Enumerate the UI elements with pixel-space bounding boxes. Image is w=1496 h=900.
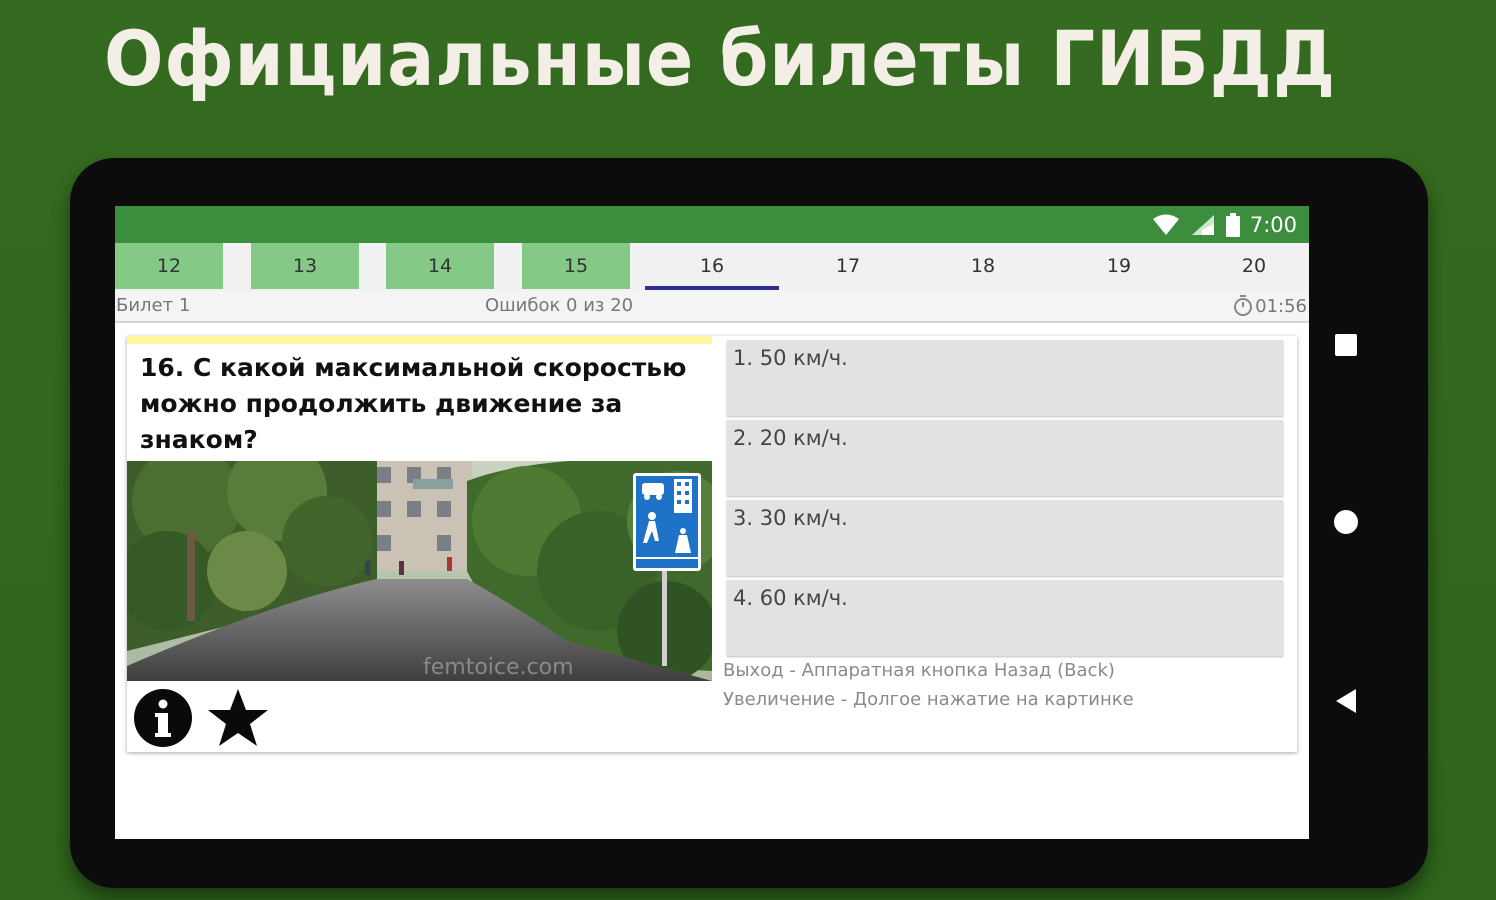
recents-button[interactable] [1323,322,1369,368]
info-bar: Билет 1 Ошибок 0 из 20 01:56 [115,291,1309,323]
answer-option-4[interactable]: 4. 60 км/ч. [727,580,1283,656]
ticket-label: Билет 1 [116,295,191,316]
info-icon[interactable] [133,688,193,748]
tab-question-16[interactable]: 16 [645,243,779,290]
app-screen: 7:00 12 13 14 15 16 17 18 19 20 Билет 1 … [115,206,1309,839]
image-watermark: femtoice.com [423,655,574,680]
errors-counter: Ошибок 0 из 20 [485,295,634,316]
back-triangle-icon [1336,689,1356,713]
promo-screen: Официальные билеты ГИБДД 7:00 12 13 14 1… [0,0,1496,900]
square-icon [1335,334,1357,356]
tab-question-17[interactable]: 17 [794,243,902,289]
tab-question-18[interactable]: 18 [929,243,1037,289]
stopwatch-icon [1234,295,1253,316]
tab-question-19[interactable]: 19 [1065,243,1173,289]
road-scene-illustration [127,461,712,681]
back-button[interactable] [1323,678,1369,724]
question-highlight-strip [127,336,712,344]
question-text: 16. С какой максимальной скоростью можно… [140,353,687,454]
answer-list: 1. 50 км/ч. 2. 20 км/ч. 3. 30 км/ч. 4. 6… [727,340,1283,660]
hints: Выход - Аппаратная кнопка Назад (Back) У… [723,656,1134,714]
tab-question-15[interactable]: 15 [522,243,630,289]
wifi-icon [1152,214,1179,235]
promo-headline: Официальные билеты ГИБДД [103,14,1337,103]
tab-question-12[interactable]: 12 [115,243,223,289]
tab-question-13[interactable]: 13 [251,243,359,289]
tab-question-20[interactable]: 20 [1200,243,1308,289]
answer-option-2[interactable]: 2. 20 км/ч. [727,420,1283,496]
timer: 01:56 [1233,295,1307,317]
answer-option-1[interactable]: 1. 50 км/ч. [727,340,1283,416]
question-image[interactable]: femtoice.com [127,461,712,681]
question-card: 16. С какой максимальной скоростью можно… [127,336,1297,752]
answer-option-3[interactable]: 3. 30 км/ч. [727,500,1283,576]
tab-question-14[interactable]: 14 [386,243,494,289]
timer-value: 01:56 [1255,295,1307,317]
cell-signal-icon [1191,214,1214,235]
hint-zoom: Увеличение - Долгое нажатие на картинке [723,689,1134,710]
battery-icon [1225,212,1240,237]
status-time: 7:00 [1249,212,1297,237]
question-tools [133,686,269,750]
hint-exit: Выход - Аппаратная кнопка Назад (Back) [723,660,1115,681]
question-tabs: 12 13 14 15 16 17 18 19 20 [115,243,1309,291]
circle-icon [1334,510,1358,534]
home-button[interactable] [1323,499,1369,545]
status-bar: 7:00 [115,206,1309,243]
star-icon[interactable] [207,687,269,749]
